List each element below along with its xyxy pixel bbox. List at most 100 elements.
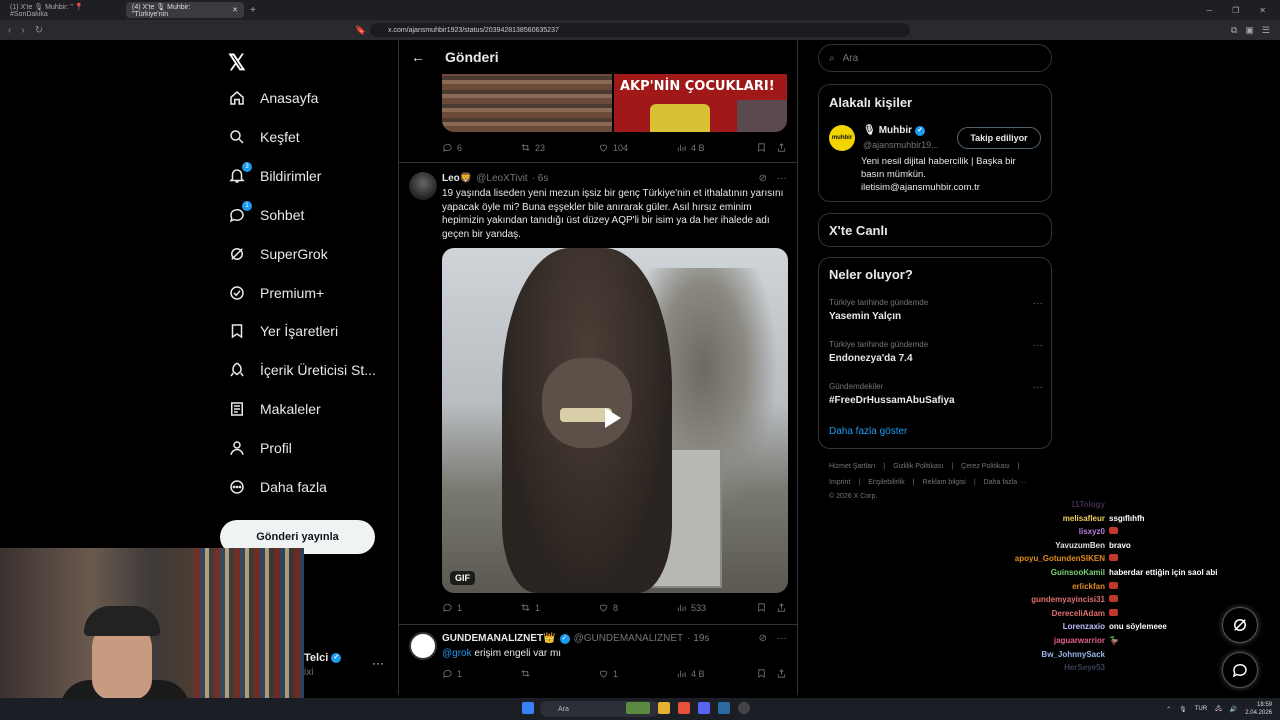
repost-button[interactable] [520,668,531,679]
x-logo-icon[interactable]: 𝕏 [228,50,246,76]
windows-start-icon[interactable] [522,702,534,714]
like-button[interactable]: 104 [598,142,628,153]
chat-username[interactable]: jaguarwarrior [1054,636,1105,645]
footer-link[interactable]: Reklam bilgisi [923,479,966,486]
author-handle[interactable]: @GUNDEMANALIZNET [574,633,684,644]
chat-username[interactable]: Lorenzaxio [1063,622,1105,631]
grok-icon[interactable]: ⊘ [759,173,767,184]
nav-item-daha-fazla[interactable]: Daha fazla [228,476,327,498]
sidebar-icon[interactable]: ▣ [1245,25,1254,36]
mention-link[interactable]: @grok [442,648,472,659]
share-button[interactable] [776,602,787,613]
minimize-icon[interactable]: ─ [1206,6,1212,15]
footer-link[interactable]: Hizmet Şartları [829,463,875,470]
chat-username[interactable]: lisxyz0 [1079,527,1105,536]
nav-item-i-çerik-üreticisi-st-[interactable]: İçerik Üreticisi St... [228,359,376,381]
more-icon[interactable]: ··· [1033,340,1043,351]
extensions-icon[interactable]: ⧉ [1231,25,1237,36]
bookmark-button[interactable] [756,668,767,679]
media-image-akp[interactable]: AKP'NİN ÇOCUKLARI! [614,74,787,132]
footer-link[interactable]: Çerez Politikası [961,463,1010,470]
repost-button[interactable]: 23 [520,142,545,153]
account-more-icon[interactable]: ··· [372,656,384,670]
reply-button[interactable]: 6 [442,142,462,153]
nav-item-premium-[interactable]: Premium+ [228,282,324,304]
reply-button[interactable]: 1 [442,602,462,613]
trend-item[interactable]: Türkiye tarihinde gündemde Endonezya'da … [829,340,1043,364]
live-card[interactable]: X'te Canlı [818,213,1052,247]
back-icon[interactable]: ‹ [8,25,11,36]
reply-button[interactable]: 1 [442,668,462,679]
post-media-gif[interactable]: GIF [442,248,788,593]
nav-item-bildirimler[interactable]: 3 Bildirimler [228,161,321,187]
views-button[interactable]: 4 B [676,668,705,679]
play-icon[interactable] [605,408,621,428]
url-field[interactable]: x.com/ajansmuhbir1923/status/20394281385… [370,23,910,37]
trend-item[interactable]: Gündemdekiler #FreeDrHussamAbuSafiya ··· [829,382,1043,406]
bookmark-button[interactable] [756,142,767,153]
volume-icon[interactable]: 🔊 [1230,706,1237,713]
author-name[interactable]: GUNDEMANALIZNET👑 [442,633,556,644]
following-button[interactable]: Takip ediliyor [957,127,1041,149]
more-icon[interactable]: ··· [1033,382,1043,393]
bookmark-page-icon[interactable]: 🔖 [355,25,366,36]
trend-item[interactable]: Türkiye tarihinde gündemde Yasemin Yalçı… [829,298,1043,322]
chat-username[interactable]: 11Tology [1071,500,1105,509]
clock[interactable]: 18:59 2.04.2026 [1245,701,1272,717]
avatar[interactable]: muhbir [829,125,855,151]
chat-username[interactable]: erlickfan [1072,582,1105,591]
file-explorer-icon[interactable] [658,702,670,714]
views-button[interactable]: 4 B [676,142,705,153]
post-time[interactable]: · 19s [687,633,709,644]
discord-icon[interactable] [698,702,710,714]
author-name[interactable]: Leo🦁 [442,173,472,184]
avatar[interactable] [409,632,437,660]
chat-username[interactable]: HerSeye53 [1064,663,1105,672]
views-button[interactable]: 533 [676,602,706,613]
more-icon[interactable]: ··· [777,173,787,184]
show-more-link[interactable]: Daha fazla göster [829,426,907,437]
nav-item-yer-i-şaretleri[interactable]: Yer İşaretleri [228,320,338,342]
chat-username[interactable]: DereceliAdam [1052,609,1105,618]
browser-tab-active[interactable]: (4) X'te 🎙 Muhbir: "Türkiye'nin ✕ [126,2,244,18]
network-icon[interactable]: 🖧 [1215,704,1222,714]
share-button[interactable] [776,668,787,679]
widgets-icon[interactable] [626,702,650,714]
back-arrow-icon[interactable]: ← [411,49,425,65]
like-button[interactable]: 8 [598,602,618,613]
repost-button[interactable]: 1 [520,602,540,613]
quoted-media[interactable]: AKP'NİN ÇOCUKLARI! [442,74,787,132]
nav-item-anasayfa[interactable]: Anasayfa [228,87,318,109]
chat-username[interactable]: Bw_JohnnySack [1041,650,1105,659]
maximize-icon[interactable]: ❐ [1232,6,1239,15]
more-icon[interactable]: ··· [777,633,787,644]
grok-fab[interactable] [1222,607,1258,643]
bookmark-button[interactable] [756,602,767,613]
chat-username[interactable]: GuinsooKamil [1051,568,1105,577]
footer-link[interactable]: Daha fazla ··· [984,479,1026,486]
tray-arrow-icon[interactable]: ⌃ [1166,706,1171,713]
close-tab-icon[interactable]: ✕ [232,6,238,14]
grok-icon[interactable]: ⊘ [759,633,767,644]
browser-tab[interactable]: (1) X'te 🎙 Muhbir: " 📍 #SonDakika [4,2,122,18]
close-window-icon[interactable]: ✕ [1259,6,1266,15]
post-time[interactable]: · 6s [532,173,549,184]
share-button[interactable] [776,142,787,153]
chat-username[interactable]: YavuzumBen [1055,541,1105,550]
chat-username[interactable]: gundemyayincisi31 [1031,595,1105,604]
nav-item-makaleler[interactable]: Makaleler [228,398,321,420]
menu-icon[interactable]: ☰ [1262,25,1270,36]
steam-icon[interactable] [718,702,730,714]
avatar[interactable] [409,172,437,200]
new-tab-icon[interactable]: + [250,5,256,16]
mic-tray-icon[interactable]: 🎙 [1179,706,1187,713]
chat-username[interactable]: melisafleur [1063,514,1105,523]
nav-item-keşfet[interactable]: Keşfet [228,126,300,148]
lang-indicator[interactable]: TUR [1195,706,1207,712]
messages-fab[interactable] [1222,652,1258,688]
nav-item-profil[interactable]: Profil [228,437,292,459]
footer-link[interactable]: Gizlilik Politikası [893,463,943,470]
account-name[interactable]: Telci ✓ [304,652,342,664]
nav-item-sohbet[interactable]: 1 Sohbet [228,200,304,226]
brave-icon[interactable] [678,702,690,714]
